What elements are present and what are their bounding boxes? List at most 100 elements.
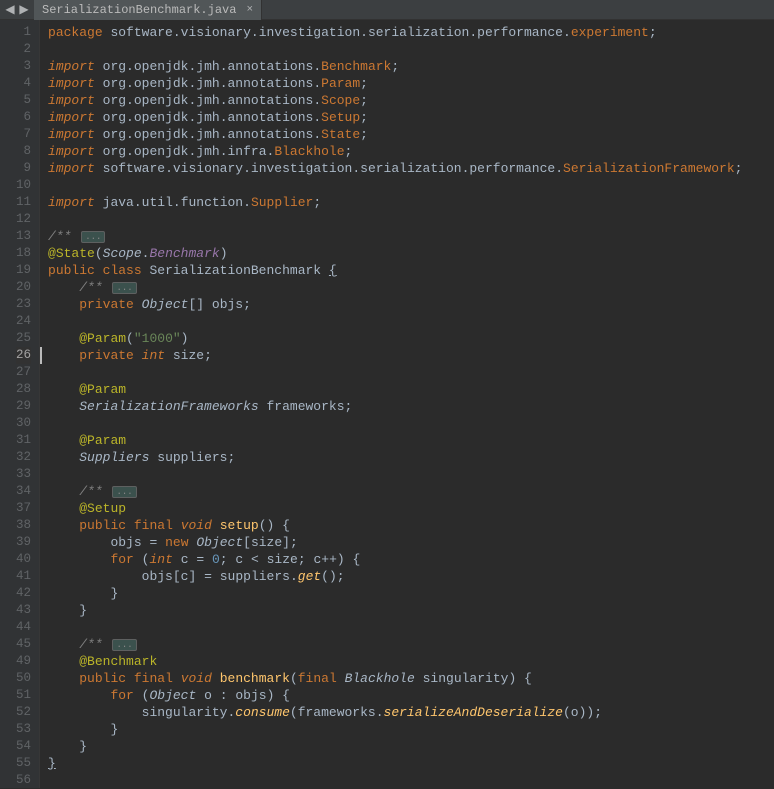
code-line[interactable]: public final void setup() {: [48, 517, 774, 534]
code-line[interactable]: import org.openjdk.jmh.annotations.Setup…: [48, 109, 774, 126]
code-line[interactable]: /** ...: [48, 636, 774, 653]
code-line[interactable]: /** ...: [48, 228, 774, 245]
code-line[interactable]: }: [48, 585, 774, 602]
code-line[interactable]: /** ...: [48, 483, 774, 500]
code-line[interactable]: [48, 466, 774, 483]
code-line[interactable]: [48, 619, 774, 636]
code-line[interactable]: import org.openjdk.jmh.annotations.Param…: [48, 75, 774, 92]
line-number: 34: [16, 483, 31, 500]
code-line[interactable]: import org.openjdk.jmh.annotations.Scope…: [48, 92, 774, 109]
line-number: 45: [16, 636, 31, 653]
line-number: 6: [16, 109, 31, 126]
code-line[interactable]: [48, 415, 774, 432]
code-line[interactable]: import software.visionary.investigation.…: [48, 160, 774, 177]
code-line[interactable]: singularity.consume(frameworks.serialize…: [48, 704, 774, 721]
line-number: 42: [16, 585, 31, 602]
code-line[interactable]: @Setup: [48, 500, 774, 517]
code-line[interactable]: import org.openjdk.jmh.annotations.Bench…: [48, 58, 774, 75]
line-number: 37: [16, 500, 31, 517]
line-number: 49: [16, 653, 31, 670]
line-number: 4: [16, 75, 31, 92]
line-number: 7: [16, 126, 31, 143]
code-line[interactable]: import org.openjdk.jmh.annotations.State…: [48, 126, 774, 143]
fold-badge-icon[interactable]: ...: [112, 486, 136, 498]
line-number: 56: [16, 772, 31, 789]
code-line[interactable]: [48, 772, 774, 789]
code-line[interactable]: Suppliers suppliers;: [48, 449, 774, 466]
line-number: 23: [16, 296, 31, 313]
line-number: 19: [16, 262, 31, 279]
line-number: 53: [16, 721, 31, 738]
code-line[interactable]: for (Object o : objs) {: [48, 687, 774, 704]
line-number: 26: [16, 347, 31, 364]
line-number: 3: [16, 58, 31, 75]
code-line[interactable]: [48, 211, 774, 228]
line-number: 38: [16, 517, 31, 534]
code-line[interactable]: }: [48, 755, 774, 772]
code-line[interactable]: }: [48, 602, 774, 619]
fold-badge-icon[interactable]: ...: [112, 282, 136, 294]
line-number: 1: [16, 24, 31, 41]
line-number: 12: [16, 211, 31, 228]
code-line[interactable]: @Param("1000"): [48, 330, 774, 347]
line-number: 2: [16, 41, 31, 58]
code-line[interactable]: [48, 177, 774, 194]
fold-badge-icon[interactable]: ...: [81, 231, 105, 243]
close-icon[interactable]: ×: [246, 4, 253, 16]
line-number-gutter: 1234567891011121318192023242526272829303…: [0, 20, 40, 788]
line-number: 51: [16, 687, 31, 704]
code-line[interactable]: private Object[] objs;: [48, 296, 774, 313]
code-line[interactable]: import org.openjdk.jmh.infra.Blackhole;: [48, 143, 774, 160]
line-number: 54: [16, 738, 31, 755]
code-line[interactable]: @Param: [48, 432, 774, 449]
line-number: 30: [16, 415, 31, 432]
code-line[interactable]: for (int c = 0; c < size; c++) {: [48, 551, 774, 568]
code-line[interactable]: @Param: [48, 381, 774, 398]
code-line[interactable]: [48, 364, 774, 381]
code-line[interactable]: public class SerializationBenchmark {: [48, 262, 774, 279]
code-line[interactable]: import java.util.function.Supplier;: [48, 194, 774, 211]
code-line[interactable]: private int size;: [48, 347, 774, 364]
code-line[interactable]: objs[c] = suppliers.get();: [48, 568, 774, 585]
line-number: 32: [16, 449, 31, 466]
line-number: 9: [16, 160, 31, 177]
code-line[interactable]: }: [48, 738, 774, 755]
code-line[interactable]: @State(Scope.Benchmark): [48, 245, 774, 262]
nav-forward-icon[interactable]: ▶: [18, 4, 30, 16]
line-number: 8: [16, 143, 31, 160]
line-number: 25: [16, 330, 31, 347]
line-number: 33: [16, 466, 31, 483]
code-line[interactable]: package software.visionary.investigation…: [48, 24, 774, 41]
line-number: 39: [16, 534, 31, 551]
line-number: 55: [16, 755, 31, 772]
fold-badge-icon[interactable]: ...: [112, 639, 136, 651]
editor-tab[interactable]: SerializationBenchmark.java ×: [34, 0, 262, 20]
line-number: 27: [16, 364, 31, 381]
code-line[interactable]: public final void benchmark(final Blackh…: [48, 670, 774, 687]
code-line[interactable]: SerializationFrameworks frameworks;: [48, 398, 774, 415]
code-line[interactable]: @Benchmark: [48, 653, 774, 670]
code-line[interactable]: objs = new Object[size];: [48, 534, 774, 551]
line-number: 18: [16, 245, 31, 262]
line-number: 5: [16, 92, 31, 109]
line-number: 24: [16, 313, 31, 330]
line-number: 41: [16, 568, 31, 585]
nav-back-icon[interactable]: ◀: [4, 4, 16, 16]
line-number: 52: [16, 704, 31, 721]
code-line[interactable]: [48, 41, 774, 58]
code-area[interactable]: package software.visionary.investigation…: [40, 20, 774, 788]
tab-bar: ◀ ▶ SerializationBenchmark.java ×: [0, 0, 774, 20]
code-line[interactable]: /** ...: [48, 279, 774, 296]
line-number: 13: [16, 228, 31, 245]
line-number: 29: [16, 398, 31, 415]
line-number: 40: [16, 551, 31, 568]
tab-filename: SerializationBenchmark.java: [42, 3, 236, 17]
code-line[interactable]: [48, 313, 774, 330]
line-number: 11: [16, 194, 31, 211]
line-number: 31: [16, 432, 31, 449]
line-number: 20: [16, 279, 31, 296]
code-editor[interactable]: 1234567891011121318192023242526272829303…: [0, 20, 774, 788]
line-number: 44: [16, 619, 31, 636]
nav-arrows: ◀ ▶: [0, 4, 34, 16]
code-line[interactable]: }: [48, 721, 774, 738]
